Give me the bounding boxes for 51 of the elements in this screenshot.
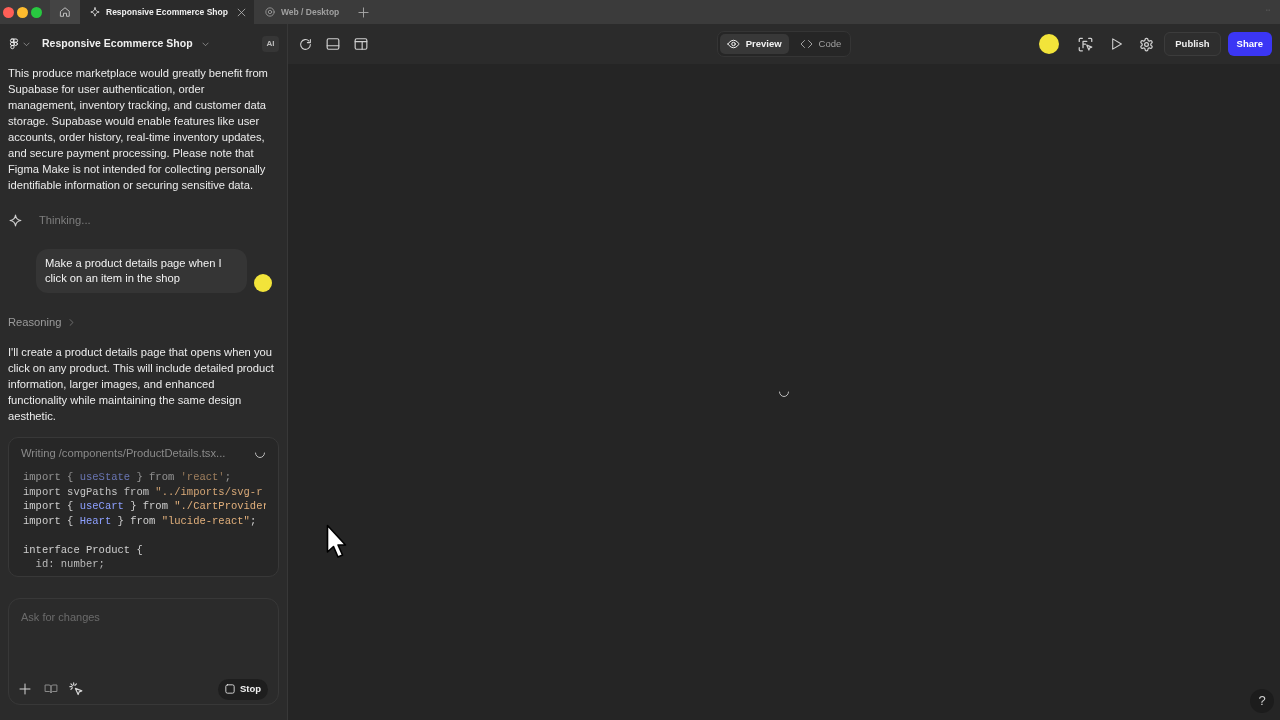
minimize-window-button[interactable] (17, 6, 28, 18)
play-icon[interactable] (1110, 37, 1124, 51)
caret-icon[interactable] (201, 40, 209, 48)
avatar (1039, 34, 1060, 54)
plus-icon[interactable] (19, 683, 31, 695)
window-layout-icon[interactable] (354, 37, 368, 51)
browser-tab[interactable]: Responsive Ecommerce Shop (80, 0, 254, 24)
eye-icon (726, 38, 740, 50)
code-line: id: number; (34, 557, 105, 572)
code-line: import svgPaths from "../imports/svg-r (23, 484, 263, 499)
share-button[interactable]: Share (1227, 32, 1272, 56)
close-window-button[interactable] (3, 6, 14, 18)
zoom-window-button[interactable] (31, 6, 42, 18)
publish-button[interactable]: Publish (1164, 32, 1221, 56)
project-title[interactable]: Responsive Ecommerce Shop (42, 36, 193, 52)
reasoning-toggle[interactable]: Reasoning (8, 314, 75, 330)
refresh-icon[interactable] (299, 37, 312, 51)
view-mode-tab[interactable]: Preview (719, 34, 789, 54)
panel-icon[interactable] (326, 37, 340, 51)
code-line: interface Product { (23, 542, 143, 557)
home-button[interactable] (50, 0, 80, 24)
browser-tab[interactable]: Web / Desktop (253, 0, 350, 24)
stop-button[interactable]: Stop (217, 678, 268, 700)
view-mode-tab[interactable]: Code (792, 34, 849, 54)
code-line: import { Heart } from "lucide-react"; (23, 513, 257, 528)
ring-icon (264, 7, 275, 17)
cursor-sparkle-icon[interactable] (69, 682, 83, 696)
frame-cursor-icon[interactable] (1078, 36, 1094, 52)
settings-icon[interactable] (1139, 36, 1155, 52)
message-input[interactable]: Ask for changes (9, 599, 278, 677)
book-icon[interactable] (44, 683, 58, 695)
message-composer[interactable]: Ask for changes Stop (8, 598, 279, 705)
ai-button[interactable]: AI (262, 36, 279, 52)
logo-icon[interactable] (8, 37, 20, 51)
assistant-message: I'll create a product details page that opens when you click on any product. This will include detailed product information, larger images, and enhanced functionality while maintaining the same design aesthetic. (8, 345, 274, 424)
assistant-message: This produce marketplace would greatly benefit from Supabase for user authentication, order management, inventory tracking, and customer data storage. Supabase would enable features like user accounts, order history, real-time inventory updates, and secure payment processing. Please note that Figma Make is not intended for collecting personally identifiable information or securing sensitive data. (8, 66, 269, 193)
file-status-text: Writing /components/ProductDetails.tsx... (21, 445, 226, 461)
caret-icon[interactable] (23, 40, 30, 48)
close-icon[interactable] (236, 7, 246, 17)
sparkle-icon (9, 213, 22, 227)
mouse-pointer-icon (326, 524, 347, 559)
status-text: Thinking... (39, 212, 91, 228)
avatar (254, 274, 272, 292)
code-line: import { useState } from 'react'; (23, 470, 231, 485)
plus-icon[interactable] (358, 6, 370, 18)
code-icon (799, 38, 813, 50)
house-icon (59, 6, 71, 18)
user-message: Make a product details page when I click on an item in the shop (36, 249, 247, 293)
sparkle-icon (90, 7, 100, 17)
square-icon (224, 684, 235, 694)
code-line: import { useCart } from "./CartProvider (23, 499, 269, 514)
